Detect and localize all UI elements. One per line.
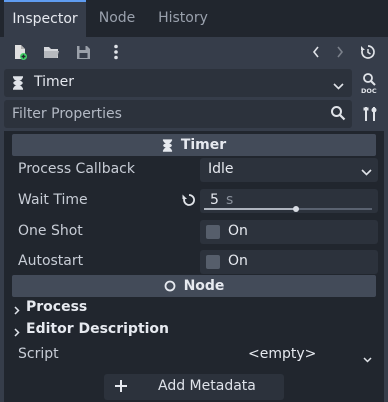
group-process[interactable]: Process <box>14 297 214 319</box>
search-icon <box>330 105 346 125</box>
section-header-node: Node <box>12 275 376 297</box>
tab-node[interactable]: Node <box>88 0 146 37</box>
chevron-down-icon <box>361 164 372 180</box>
checkbox-label: On <box>228 253 248 269</box>
checkbox-unchecked-icon <box>206 225 220 239</box>
add-metadata-label: Add Metadata <box>158 378 256 394</box>
svg-text:DOC: DOC <box>361 87 377 94</box>
property-one-shot: One Shot On <box>18 218 378 246</box>
history-icon[interactable] <box>358 42 378 62</box>
inspector-properties-panel: Timer Process Callback Idle Wait Time 5 … <box>4 131 384 402</box>
node-circle-icon <box>164 280 176 292</box>
section-header-timer: Timer <box>12 134 376 156</box>
chevron-down-icon <box>363 351 372 367</box>
one-shot-checkbox[interactable]: On <box>200 220 378 244</box>
new-resource-icon[interactable] <box>10 42 30 62</box>
property-wait-time: Wait Time 5 s <box>18 187 378 215</box>
section-title: Timer <box>180 137 227 153</box>
process-callback-dropdown[interactable]: Idle <box>200 158 378 182</box>
value-slider-grabber[interactable] <box>293 206 300 212</box>
add-metadata-button[interactable]: Add Metadata <box>104 374 284 400</box>
checkbox-label: On <box>228 223 248 239</box>
autostart-checkbox[interactable]: On <box>200 250 378 274</box>
hourglass-icon <box>12 76 24 94</box>
property-label: Autostart <box>18 253 84 269</box>
dropdown-value: Idle <box>208 161 234 177</box>
property-label: Script <box>18 346 59 362</box>
property-tools-icon[interactable] <box>356 100 384 128</box>
forward-icon[interactable] <box>330 42 350 62</box>
tab-inspector[interactable]: Inspector <box>4 0 86 37</box>
filter-properties-field <box>4 100 352 128</box>
revert-icon[interactable] <box>182 193 196 211</box>
plus-icon <box>114 379 128 397</box>
tab-history[interactable]: History <box>148 0 218 37</box>
more-vert-icon[interactable] <box>106 42 126 62</box>
open-folder-icon[interactable] <box>41 42 61 62</box>
group-label: Process <box>26 299 88 315</box>
property-autostart: Autostart On <box>18 248 378 276</box>
wait-time-spinbox[interactable]: 5 s <box>200 189 378 213</box>
save-icon[interactable] <box>73 42 93 62</box>
back-icon[interactable] <box>306 42 326 62</box>
script-resource-picker[interactable]: <empty> <box>200 343 378 367</box>
property-label: Process Callback <box>18 161 135 177</box>
section-title: Node <box>183 278 225 294</box>
chevron-right-icon <box>14 325 20 341</box>
property-label: Wait Time <box>18 192 88 208</box>
group-editor-description[interactable]: Editor Description <box>14 319 254 341</box>
inspector-toolbar <box>0 37 388 67</box>
property-process-callback: Process Callback Idle <box>18 156 378 184</box>
node-name-label: Timer <box>34 74 75 90</box>
value-slider-track[interactable] <box>204 206 372 212</box>
filter-properties-input[interactable] <box>4 100 324 128</box>
checkbox-unchecked-icon <box>206 255 220 269</box>
object-history-selector[interactable]: Timer <box>4 69 352 97</box>
dock-tab-bar: Inspector Node History <box>0 0 388 37</box>
chevron-down-icon <box>333 78 344 94</box>
chevron-right-icon <box>14 303 20 319</box>
value-slider-fill <box>204 208 297 210</box>
spin-unit: s <box>226 192 234 208</box>
property-label: One Shot <box>18 223 83 239</box>
resource-value: <empty> <box>248 346 317 362</box>
property-script: Script <empty> <box>18 341 378 369</box>
hourglass-icon <box>162 138 173 152</box>
spin-value: 5 <box>210 192 219 208</box>
group-label: Editor Description <box>26 321 170 337</box>
open-documentation-icon[interactable]: DOC <box>356 69 384 97</box>
